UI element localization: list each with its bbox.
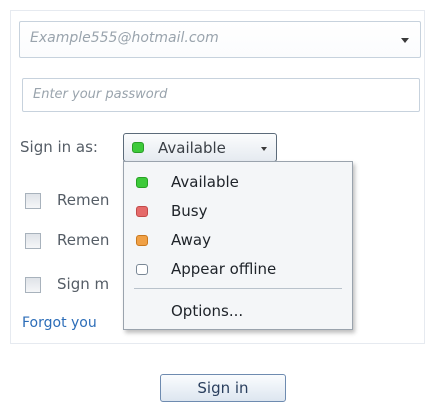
remember-me-checkbox[interactable] <box>25 193 41 209</box>
menu-item-options[interactable]: Options... <box>124 298 352 326</box>
menu-item-label: Appear offline <box>171 260 277 278</box>
remember-password-checkbox[interactable] <box>25 233 41 249</box>
status-dropdown-button[interactable]: Available <box>123 133 277 162</box>
menu-item-label: Busy <box>171 202 208 220</box>
remember-me-label: Remen <box>57 191 110 209</box>
chevron-down-icon[interactable] <box>401 38 409 43</box>
status-available-icon <box>136 177 148 188</box>
menu-item-label: Away <box>171 231 211 249</box>
status-away-icon <box>136 235 148 246</box>
menu-item-label: Available <box>171 173 239 191</box>
sign-in-button[interactable]: Sign in <box>160 374 286 402</box>
sign-in-auto-label: Sign m <box>57 275 110 293</box>
password-placeholder: Enter your password <box>33 87 168 102</box>
menu-item-away[interactable]: Away <box>124 227 352 255</box>
remember-password-label: Remen <box>57 231 110 249</box>
sign-in-auto-checkbox[interactable] <box>25 277 41 293</box>
status-available-icon <box>132 142 144 153</box>
sign-in-button-label: Sign in <box>197 379 249 397</box>
menu-item-label: Options... <box>171 302 244 320</box>
menu-separator <box>134 288 342 289</box>
menu-item-busy[interactable]: Busy <box>124 198 352 226</box>
status-busy-icon <box>136 206 148 217</box>
email-combo-box[interactable]: Example555@hotmail.com <box>19 21 421 58</box>
menu-item-appear-offline[interactable]: Appear offline <box>124 256 352 284</box>
status-menu: Available Busy Away Appear offline Optio… <box>123 161 353 330</box>
forgot-password-link[interactable]: Forgot you <box>22 315 97 331</box>
email-value: Example555@hotmail.com <box>30 30 219 46</box>
password-field[interactable]: Enter your password <box>22 78 420 112</box>
caret-down-icon <box>261 147 267 151</box>
status-offline-icon <box>136 264 148 275</box>
status-button-label: Available <box>158 139 226 157</box>
menu-item-available[interactable]: Available <box>124 169 352 197</box>
sign-in-as-label: Sign in as: <box>20 138 98 156</box>
